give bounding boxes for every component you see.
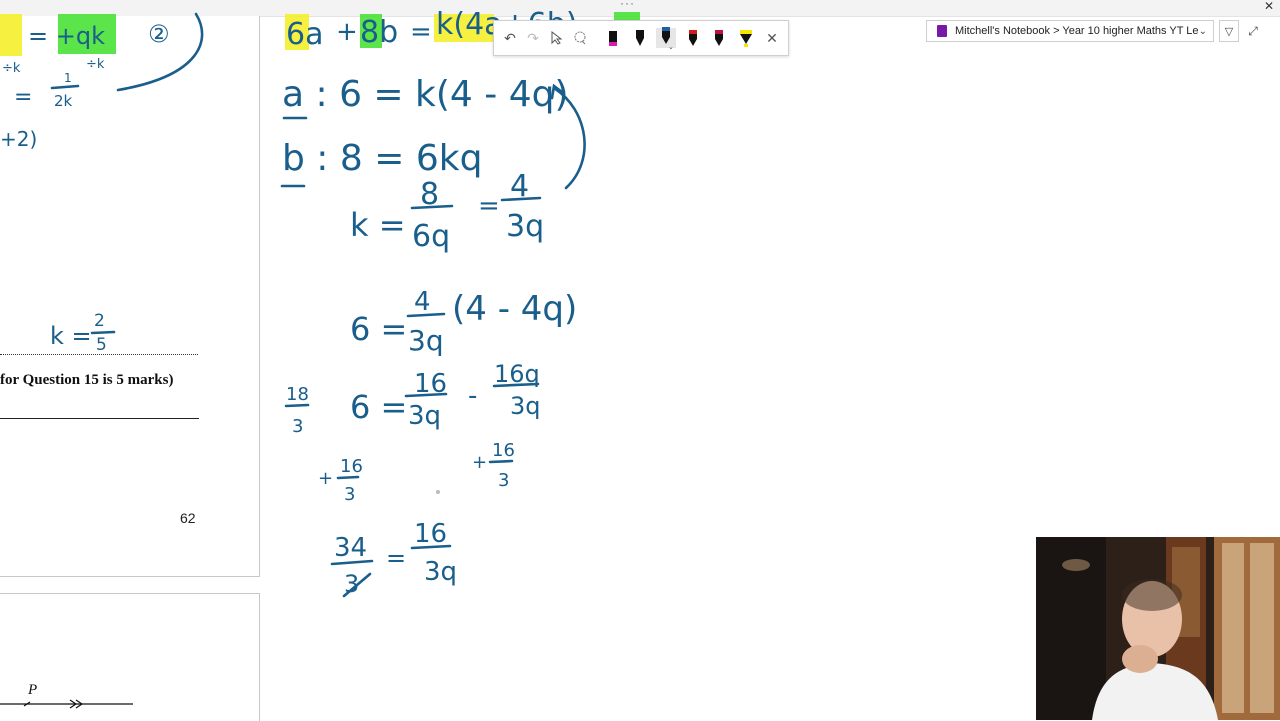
left-div-k-2: ÷k: [86, 57, 105, 72]
highlighter-yellow-icon[interactable]: [736, 28, 756, 48]
left-div-k-1: ÷k: [2, 61, 21, 76]
left-numerator-1: 1: [64, 71, 72, 85]
notebook-breadcrumb: Mitchell's Notebook > Year 10 higher Mat…: [955, 25, 1199, 37]
pen-blue-icon[interactable]: ⌄: [656, 27, 676, 49]
k-den-3q: 3q: [506, 209, 544, 244]
step2-mult-num: 18: [286, 384, 309, 405]
step2-minus: -: [468, 381, 477, 411]
left-label-2: ②: [148, 20, 170, 48]
left-k-num: 2: [94, 311, 105, 331]
eq-6a: 6a: [286, 17, 323, 52]
step2-lhs: 6 =: [350, 388, 407, 426]
pen-black-pink-icon[interactable]: [603, 28, 623, 48]
notebook-selector[interactable]: Mitchell's Notebook > Year 10 higher Mat…: [926, 20, 1214, 42]
step2-den-2: 3q: [510, 392, 541, 420]
highlight-green-top: [614, 12, 640, 20]
left-denominator-2k: 2k: [54, 92, 73, 110]
step3-num-2: 16: [492, 440, 515, 461]
k-den-6q: 6q: [412, 219, 450, 254]
ink-dot: [436, 490, 440, 494]
k-equals-2: =: [478, 191, 500, 221]
step3-plus-2: +: [472, 452, 487, 473]
chevron-down-icon: ⌄: [1198, 25, 1207, 37]
eq-equals: =: [410, 17, 432, 47]
step1-bracket: (4 - 4q): [452, 289, 577, 329]
left-equals: =: [14, 85, 32, 110]
step3-den-2: 3: [498, 470, 509, 491]
lasso-icon[interactable]: [570, 28, 590, 48]
left-eq-fragment: = +qk: [28, 22, 105, 50]
step3-plus-1: +: [318, 468, 333, 489]
redo-icon[interactable]: ↷: [523, 28, 543, 48]
pen-red-icon[interactable]: [683, 28, 703, 48]
onenote-notebook-icon: [937, 25, 947, 37]
line-b: b : 8 = 6kq: [282, 138, 482, 179]
k-equals: k =: [350, 206, 406, 244]
eq-plus: +: [336, 17, 358, 47]
step1-den: 3q: [408, 324, 444, 357]
left-k-den: 5: [96, 335, 107, 355]
left-k-equals: k =: [50, 322, 92, 350]
svg-text:⌄: ⌄: [668, 44, 673, 49]
filter-icon[interactable]: ▽: [1219, 20, 1239, 42]
undo-icon[interactable]: ↶: [500, 28, 520, 48]
pen-black-icon[interactable]: [630, 28, 650, 48]
step4-num-2: 16: [414, 519, 447, 549]
step1-num: 4: [414, 287, 431, 317]
step4-num-1: 34: [334, 533, 367, 563]
ink-toolbar: ↶ ↷ ⌄ ✕: [493, 20, 789, 56]
step4-den-2: 3q: [424, 557, 457, 587]
highlight-yellow-left: [0, 14, 22, 56]
step2-den-1: 3q: [408, 401, 441, 431]
select-arrow-icon[interactable]: [546, 28, 566, 48]
step3-den-1: 3: [344, 484, 355, 505]
step2-mult-den: 3: [292, 416, 303, 437]
webcam-video: [1036, 537, 1280, 720]
expand-icon[interactable]: ⤢: [1245, 22, 1261, 40]
step1-lhs: 6 =: [350, 310, 407, 348]
presenter-image: [1036, 537, 1280, 720]
step4-equals: =: [386, 544, 406, 572]
left-paren-fragment: +2): [0, 127, 37, 151]
step3-num-1: 16: [340, 456, 363, 477]
pen-crimson-icon[interactable]: [709, 28, 729, 48]
line-a: a : 6 = k(4 - 4q): [282, 74, 569, 115]
toolbar-close-icon[interactable]: ✕: [762, 28, 782, 48]
eq-8b: 8b: [360, 15, 398, 50]
